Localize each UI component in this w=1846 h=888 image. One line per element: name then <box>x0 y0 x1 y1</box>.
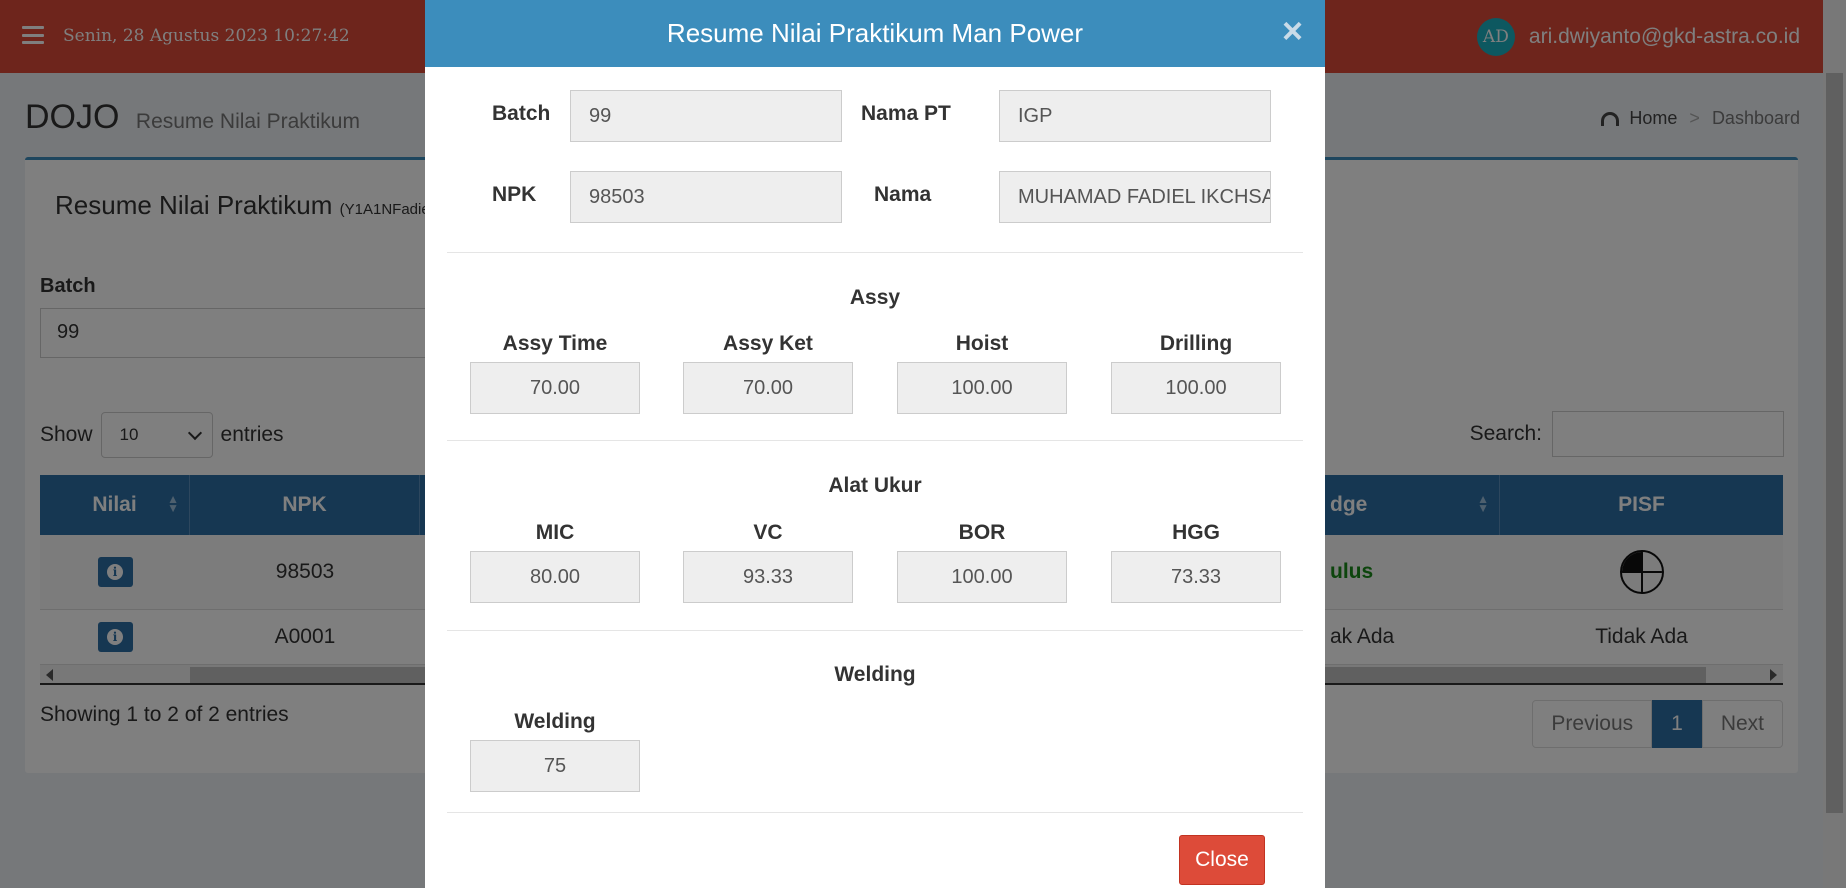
divider <box>447 630 1303 631</box>
modal-title: Resume Nilai Praktikum Man Power <box>666 18 1084 48</box>
resume-modal: Resume Nilai Praktikum Man Power × Batch… <box>425 0 1325 888</box>
section-title-alat-ukur: Alat Ukur <box>828 474 922 497</box>
field-value: 70.00 <box>683 362 853 414</box>
npk-label: NPK <box>492 183 537 206</box>
section-title-assy: Assy <box>849 286 901 309</box>
field-value: 73.33 <box>1111 551 1281 603</box>
field-value: 75 <box>470 740 640 792</box>
field-value: 93.33 <box>683 551 853 603</box>
field-value: 70.00 <box>470 362 640 414</box>
field-value: 100.00 <box>897 551 1067 603</box>
assy-ket-field: Assy Ket 70.00 <box>683 332 853 414</box>
modal-header: Resume Nilai Praktikum Man Power × <box>425 0 1325 67</box>
npk-field: 98503 <box>570 171 842 223</box>
close-icon[interactable]: × <box>1282 10 1303 52</box>
nama-label: Nama <box>874 183 932 206</box>
batch-label: Batch <box>492 102 551 125</box>
nama-field: MUHAMAD FADIEL IKCHSAN <box>999 171 1271 223</box>
field-value: 100.00 <box>897 362 1067 414</box>
bor-field: BOR 100.00 <box>897 521 1067 603</box>
divider <box>447 440 1303 441</box>
field-label: HGG <box>1172 521 1220 544</box>
field-label: MIC <box>535 521 575 544</box>
field-label: Welding <box>514 710 596 733</box>
field-value: 100.00 <box>1111 362 1281 414</box>
form-row-npk: NPK 98503 Nama MUHAMAD FADIEL IKCHSAN <box>425 171 1325 223</box>
section-title-welding: Welding <box>834 663 916 686</box>
nama-pt-field: IGP <box>999 90 1271 142</box>
vc-field: VC 93.33 <box>683 521 853 603</box>
hgg-field: HGG 73.33 <box>1111 521 1281 603</box>
field-label: VC <box>753 521 783 544</box>
divider <box>447 252 1303 253</box>
field-label: Assy Ket <box>723 332 813 355</box>
field-label: Drilling <box>1159 332 1233 355</box>
field-label: BOR <box>958 521 1006 544</box>
assy-time-field: Assy Time 70.00 <box>470 332 640 414</box>
batch-field: 99 <box>570 90 842 142</box>
field-label: Assy Time <box>502 332 608 355</box>
hoist-field: Hoist 100.00 <box>897 332 1067 414</box>
modal-footer-divider <box>447 812 1303 813</box>
field-label: Hoist <box>955 332 1009 355</box>
mic-field: MIC 80.00 <box>470 521 640 603</box>
nama-pt-label: Nama PT <box>861 102 951 125</box>
close-button[interactable]: Close <box>1179 835 1265 885</box>
welding-field: Welding 75 <box>470 710 640 792</box>
drilling-field: Drilling 100.00 <box>1111 332 1281 414</box>
field-value: 80.00 <box>470 551 640 603</box>
form-row-batch: Batch 99 Nama PT IGP <box>425 90 1325 142</box>
